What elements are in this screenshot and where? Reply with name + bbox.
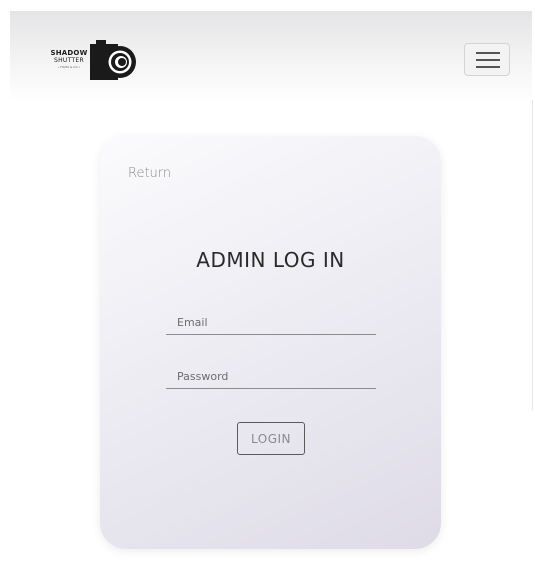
page-edge-divider — [532, 100, 533, 410]
hamburger-menu-icon — [476, 52, 500, 68]
menu-toggle-button[interactable] — [464, 43, 510, 76]
login-button[interactable]: LOGIN — [237, 422, 305, 455]
admin-login-card: Return ADMIN LOG IN LOGIN — [100, 136, 441, 549]
return-link[interactable]: Return — [128, 166, 171, 181]
logo-line-shutter: SHUTTER — [54, 57, 84, 64]
email-field[interactable] — [166, 311, 376, 335]
camera-icon — [90, 40, 136, 80]
brand-logo[interactable]: SHADOW SHUTTER • FILMS & CO • — [48, 38, 138, 82]
password-field[interactable] — [166, 365, 376, 389]
page-title: ADMIN LOG IN — [196, 248, 345, 272]
page: SHADOW SHUTTER • FILMS & CO • Return ADM… — [0, 0, 535, 569]
logo-line-shadow: SHADOW — [50, 49, 88, 57]
logo-tagline: • FILMS & CO • — [57, 65, 81, 69]
logo-wordmark: SHADOW SHUTTER • FILMS & CO • — [48, 50, 90, 69]
